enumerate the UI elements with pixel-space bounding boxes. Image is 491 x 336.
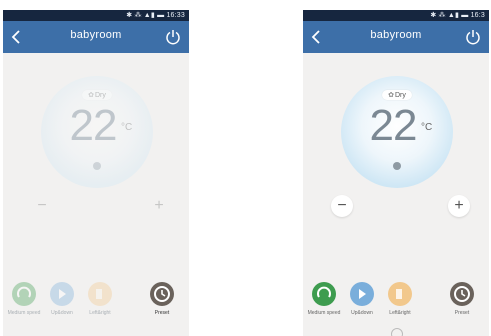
page-indicator [391,328,403,336]
function-label: Up&down [351,310,373,316]
increase-temp-button[interactable]: + [448,195,470,217]
dry-mode-icon: ✿ [388,92,394,99]
nav-bar: babyroom [3,21,189,53]
medium-speed-button[interactable]: Medium speed [303,282,345,316]
function-label: Medium speed [7,310,41,316]
temperature-dial: ✿Dry 22 °C [341,76,453,188]
phone-screen-right: ✱ ⁂ ▲▮ ▬ 16:3 babyroom ✿Dry 22 °C − + Me… [303,10,489,336]
function-label: Up&down [51,310,73,316]
decrease-temp-button[interactable]: − [331,195,353,217]
temperature-value: 22 [69,101,118,150]
swing-leftright-icon [88,282,112,306]
updown-swing-button[interactable]: Up&down [41,282,83,316]
updown-swing-button[interactable]: Up&down [341,282,383,316]
status-bar: ✱ ⁂ ▲▮ ▬ 16:3 [303,10,489,21]
page-title: babyroom [70,29,122,41]
temperature-dial: ✿Dry 22 °C [41,76,153,188]
swing-updown-icon [50,282,74,306]
status-time: 16:3 [470,12,485,19]
swing-leftright-icon [388,282,412,306]
decrease-temp-button[interactable]: − [31,195,53,217]
leftright-swing-button[interactable]: Left&right [379,282,421,316]
swing-updown-icon [350,282,374,306]
function-label: Medium speed [307,310,341,316]
power-icon[interactable] [465,28,481,46]
temperature-value: 22 [369,101,418,150]
mode-indicator: ✿Dry [341,90,453,100]
dial-knob[interactable] [93,162,101,170]
temperature-unit: °C [121,122,133,133]
function-label: Left&right [389,310,411,316]
increase-temp-button[interactable]: + [148,195,170,217]
fan-icon [12,282,36,306]
nav-bar: babyroom [303,21,489,53]
clock-icon [450,282,474,306]
clock-icon [150,282,174,306]
dial-knob[interactable] [393,162,401,170]
function-bar: Medium speed Up&down Left&right Preset [303,282,489,322]
phone-screen-left: ✱ ⁂ ▲▮ ▬ 16:33 babyroom ✿Dry 22 °C − + M… [3,10,189,336]
power-icon[interactable] [165,28,181,46]
mode-label: Dry [394,92,406,99]
status-time: 16:33 [166,12,185,19]
status-icons: ✱ ⁂ ▲▮ ▬ [430,12,471,19]
function-label: Left&right [89,310,111,316]
status-bar: ✱ ⁂ ▲▮ ▬ 16:33 [3,10,189,21]
dry-mode-icon: ✿ [88,92,94,99]
mode-indicator: ✿Dry [41,90,153,100]
page-title: babyroom [370,29,422,41]
function-bar: Medium speed Up&down Left&right Preset [3,282,189,322]
status-icons: ✱ ⁂ ▲▮ ▬ [126,12,167,19]
fan-icon [312,282,336,306]
temperature-unit: °C [421,122,433,133]
mode-label: Dry [94,92,106,99]
preset-button[interactable]: Preset [441,282,483,316]
medium-speed-button[interactable]: Medium speed [3,282,45,316]
preset-button[interactable]: Preset [141,282,183,316]
leftright-swing-button[interactable]: Left&right [79,282,121,316]
function-label: Preset [454,310,470,316]
function-label: Preset [154,310,170,316]
